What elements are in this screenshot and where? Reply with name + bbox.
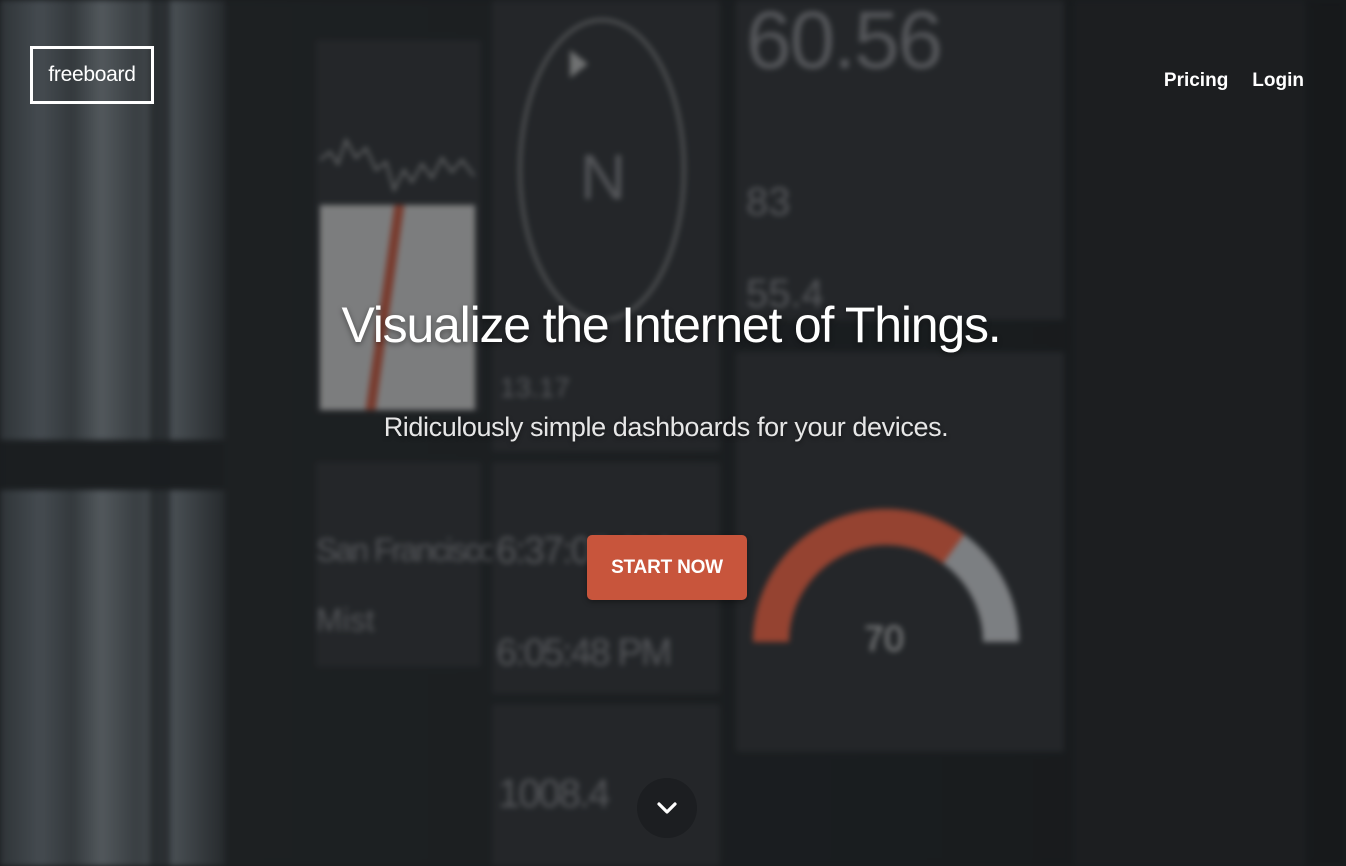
nav-link-login[interactable]: Login	[1252, 70, 1304, 92]
hero-subtitle: Ridiculously simple dashboards for your …	[383, 412, 949, 442]
chevron-down-icon	[657, 802, 677, 814]
landing-page: San Francisco Mist N 13.17 6:37:05 AM 6:…	[0, 0, 1346, 866]
start-now-button[interactable]: START NOW	[587, 535, 747, 600]
nav-link-pricing[interactable]: Pricing	[1164, 70, 1228, 92]
hero-title: Visualize the Internet of Things.	[341, 297, 1002, 353]
freeboard-logo[interactable]: freeboard	[30, 46, 154, 104]
scroll-down-button[interactable]	[637, 778, 697, 838]
top-nav: Pricing Login	[1164, 70, 1304, 92]
logo-text: freeboard	[48, 63, 136, 86]
